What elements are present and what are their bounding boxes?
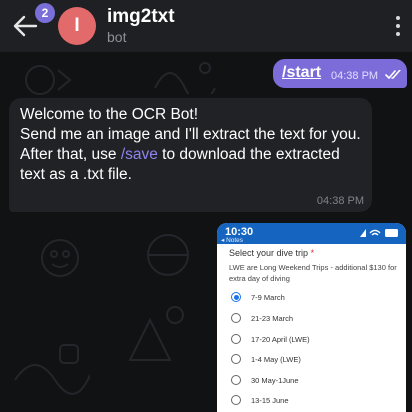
message-text-segment: After that, use — [20, 146, 121, 163]
message-time: 04:38 PM — [316, 195, 364, 207]
option-label: 13-15 June — [251, 395, 289, 405]
command-link-start[interactable]: /start — [282, 64, 321, 82]
status-icons — [360, 229, 398, 237]
chat-subtitle: bot — [107, 29, 127, 45]
radio-option: 7-9 March — [231, 291, 285, 303]
option-label: 21-23 March — [251, 313, 294, 323]
command-link-save[interactable]: /save — [121, 146, 158, 163]
back-to-notes-label: ◂ Notes — [221, 237, 244, 244]
radio-selected-icon — [231, 292, 241, 302]
outgoing-message-bubble[interactable]: /start 04:38 PM — [273, 59, 407, 88]
doodle-icon — [25, 65, 72, 95]
phone-status-bar: 10:30 ◂ Notes — [217, 223, 406, 244]
radio-option: 30 May-1June — [231, 374, 299, 386]
option-label: 7-9 March — [251, 292, 285, 302]
option-label: 1-4 May (LWE) — [251, 354, 301, 364]
option-label: 30 May-1June — [251, 375, 299, 385]
message-line: After that, use /save to download the ex… — [20, 145, 366, 185]
doodle-icon — [154, 62, 216, 94]
radio-option: 17-20 April (LWE) — [231, 333, 310, 345]
avatar[interactable]: I — [58, 7, 96, 45]
doodle-icon — [128, 306, 184, 361]
radio-icon — [231, 313, 241, 323]
doodle-icon — [14, 344, 90, 395]
radio-option: 21-23 March — [231, 312, 293, 324]
radio-option: 1-4 May (LWE) — [231, 353, 301, 365]
menu-dot-icon — [396, 16, 400, 20]
radio-option: 13-15 June — [231, 394, 289, 406]
message-time: 04:38 PM — [331, 70, 379, 82]
radio-icon — [231, 375, 241, 385]
menu-dot-icon — [396, 24, 400, 28]
required-mark: * — [310, 248, 315, 258]
option-label: 17-20 April (LWE) — [251, 334, 310, 344]
message-line: Send me an image and I'll extract the te… — [20, 126, 361, 143]
menu-dot-icon — [396, 32, 400, 36]
chat-header: 2 I img2txt bot — [0, 0, 412, 52]
message-text: Welcome to the OCR Bot! Send me an image… — [20, 105, 366, 185]
message-line: Welcome to the OCR Bot! — [20, 106, 199, 123]
radio-icon — [231, 395, 241, 405]
chat-title[interactable]: img2txt — [107, 6, 175, 28]
radio-icon — [231, 354, 241, 364]
photo-message[interactable]: 10:30 ◂ Notes Select your dive trip * LW… — [217, 223, 406, 412]
form-note: LWE are Long Weekend Trips - additional … — [229, 263, 397, 283]
radio-icon — [231, 334, 241, 344]
double-check-icon — [385, 70, 401, 79]
question-text: Select your dive trip — [229, 248, 309, 258]
doodle-icon — [41, 239, 79, 277]
unread-count-badge: 2 — [35, 3, 55, 23]
form-question: Select your dive trip * — [229, 248, 314, 258]
incoming-message-bubble[interactable]: Welcome to the OCR Bot! Send me an image… — [9, 98, 372, 212]
doodle-icon — [147, 234, 189, 276]
more-options-button[interactable] — [390, 14, 406, 38]
